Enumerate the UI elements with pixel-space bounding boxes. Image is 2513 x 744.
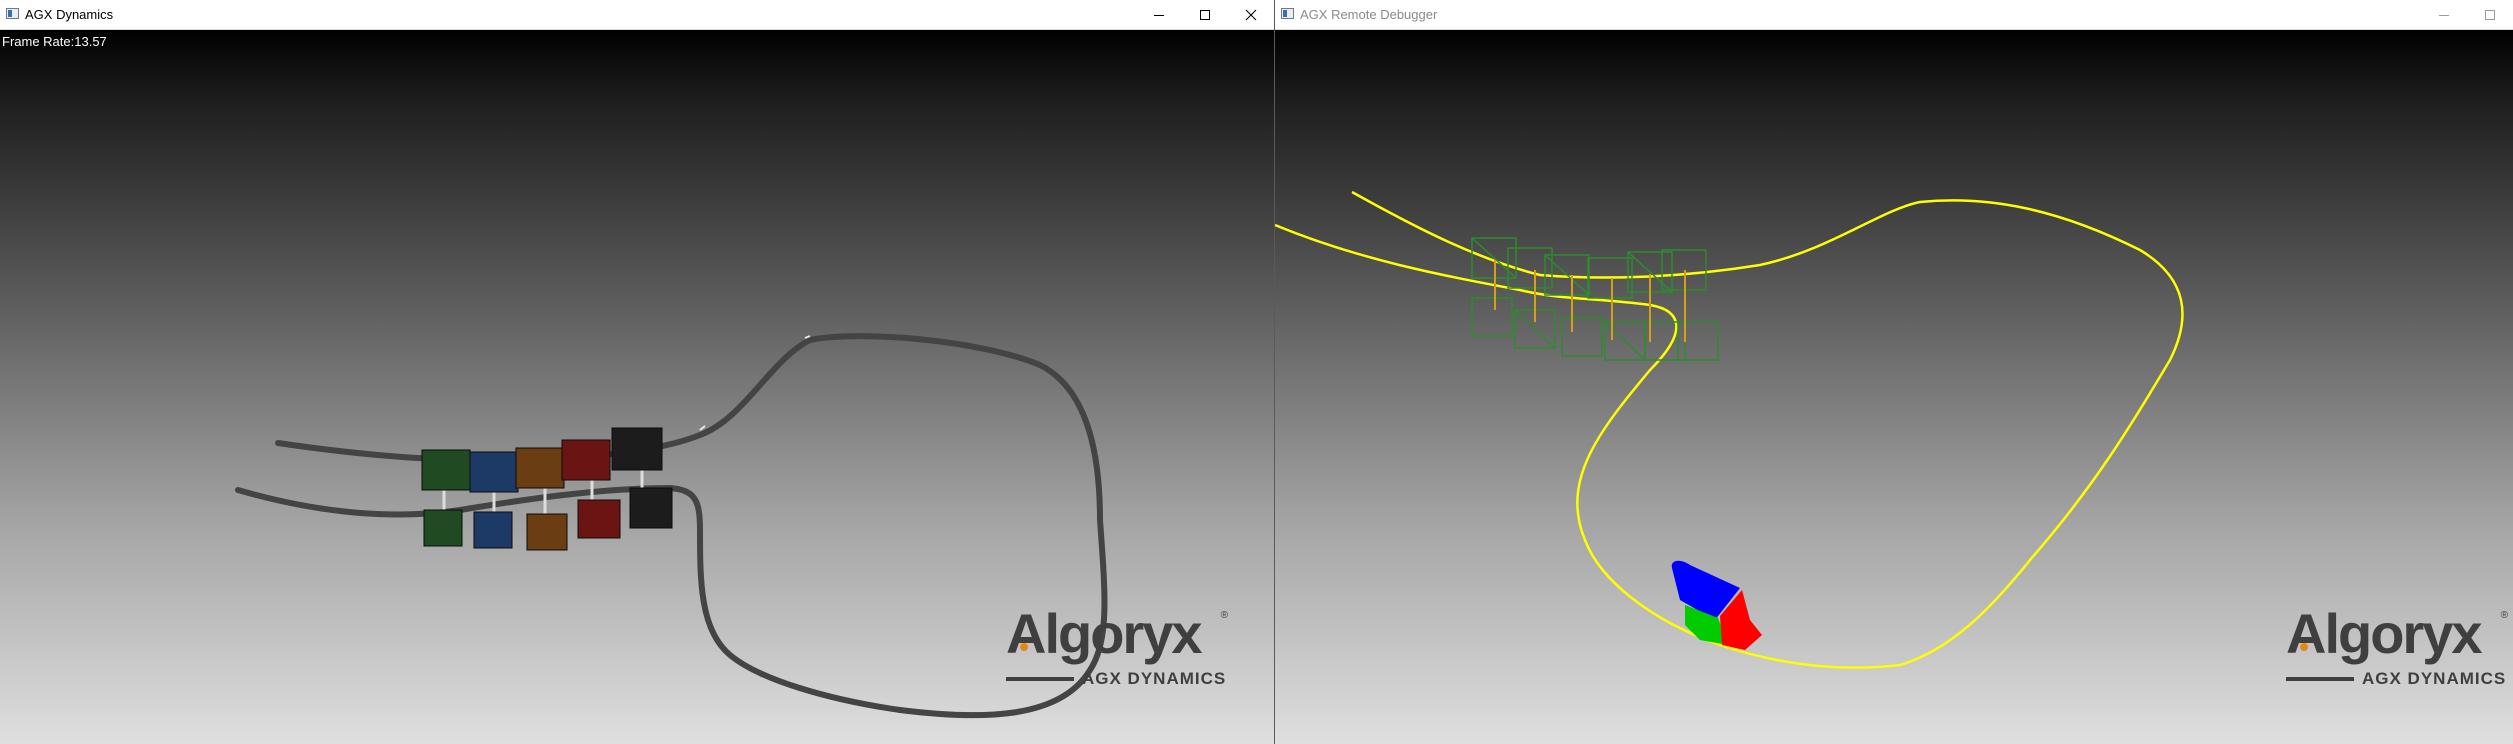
minimize-icon — [1154, 14, 1164, 16]
maximize-icon — [1200, 9, 1210, 20]
logo-tagline: AGX DYNAMICS — [2362, 669, 2507, 688]
logo-registered-mark: ® — [2500, 610, 2508, 621]
maximize-icon — [2485, 9, 2495, 20]
logo-accent-icon — [2300, 643, 2308, 651]
logo-registered-mark: ® — [1220, 610, 1228, 621]
constraint-markers — [1494, 260, 1686, 342]
minimize-button[interactable] — [2421, 0, 2467, 29]
algoryx-logo: Algoryx ® AGX DYNAMICS — [1000, 606, 1230, 696]
logo-wordmark: Algoryx — [2286, 602, 2482, 665]
logo-wordmark: Algoryx — [1006, 602, 1202, 665]
title-bar[interactable]: AGX Remote Debugger — [1275, 0, 2513, 30]
close-icon — [1245, 9, 1257, 20]
axis-gizmo — [1671, 560, 1762, 650]
title-bar[interactable]: AGX Dynamics — [0, 0, 1274, 30]
maximize-button[interactable] — [1182, 0, 1228, 29]
maximize-button[interactable] — [2467, 0, 2513, 29]
logo-rule — [1006, 677, 1074, 681]
app-icon — [6, 8, 19, 19]
app-icon — [1281, 8, 1294, 19]
window-title: AGX Dynamics — [25, 7, 114, 22]
logo-accent-icon — [1020, 643, 1028, 651]
logo-rule — [2286, 677, 2354, 681]
minimize-button[interactable] — [1136, 0, 1182, 29]
close-button[interactable] — [1228, 0, 1274, 29]
logo-tagline: AGX DYNAMICS — [1082, 669, 1227, 688]
window-title: AGX Remote Debugger — [1300, 7, 1438, 22]
algoryx-logo: Algoryx ® AGX DYNAMICS — [2280, 606, 2510, 696]
minimize-icon — [2439, 14, 2449, 16]
upper-boxes — [421, 427, 663, 493]
